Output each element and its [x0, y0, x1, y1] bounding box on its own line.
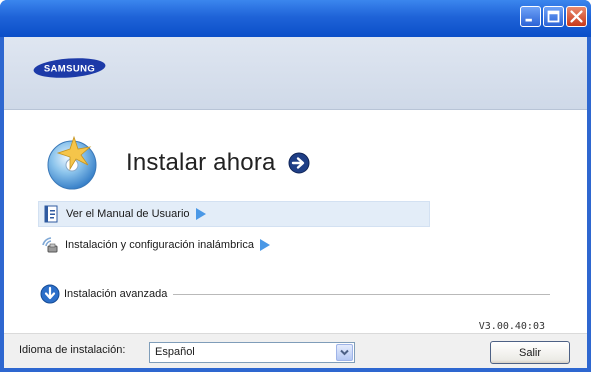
title-bar[interactable] — [0, 0, 591, 37]
play-arrow-icon — [195, 208, 206, 220]
svg-text:SAMSUNG: SAMSUNG — [44, 64, 95, 75]
client-area: SAMSUNG Instalar ahora Ver el Manual de … — [4, 37, 587, 368]
download-arrow-icon — [40, 284, 60, 304]
user-manual-label: Ver el Manual de Usuario — [66, 208, 190, 220]
minimize-icon — [525, 18, 532, 22]
install-now-label: Instalar ahora — [126, 149, 276, 176]
close-icon — [570, 10, 583, 23]
close-button[interactable] — [566, 6, 587, 27]
install-disc-icon — [47, 135, 97, 190]
window-controls — [520, 6, 587, 27]
advanced-install-label: Instalación avanzada — [64, 288, 168, 300]
main-content: Instalar ahora Ver el Manual de Usuario — [4, 111, 587, 333]
wireless-icon — [42, 237, 58, 253]
exit-button[interactable]: Salir — [490, 341, 570, 364]
wireless-setup-link[interactable]: Instalación y configuración inalámbrica — [38, 232, 430, 258]
installer-window: SAMSUNG Instalar ahora Ver el Manual de … — [0, 0, 591, 372]
manual-book-icon — [44, 205, 58, 223]
header-band: SAMSUNG — [4, 37, 587, 110]
user-manual-link[interactable]: Ver el Manual de Usuario — [38, 201, 430, 227]
section-divider — [173, 293, 550, 295]
version-label: V3.00.40:03 — [478, 321, 545, 332]
play-arrow-icon — [259, 239, 270, 251]
language-value: Español — [155, 346, 195, 358]
install-now-button[interactable]: Instalar ahora — [44, 135, 324, 191]
maximize-icon — [547, 10, 560, 23]
chevron-down-icon — [340, 349, 349, 356]
maximize-button[interactable] — [543, 6, 564, 27]
footer-bar: Idioma de instalación: Español Salir — [4, 333, 587, 368]
minimize-button[interactable] — [520, 6, 541, 27]
language-select[interactable]: Español — [149, 342, 355, 363]
dropdown-button[interactable] — [336, 344, 353, 361]
samsung-logo: SAMSUNG — [33, 58, 106, 78]
language-label: Idioma de instalación: — [19, 344, 126, 356]
wireless-setup-label: Instalación y configuración inalámbrica — [65, 239, 254, 251]
advanced-install-link[interactable]: Instalación avanzada — [40, 283, 550, 305]
arrow-right-circle-icon — [288, 152, 310, 174]
